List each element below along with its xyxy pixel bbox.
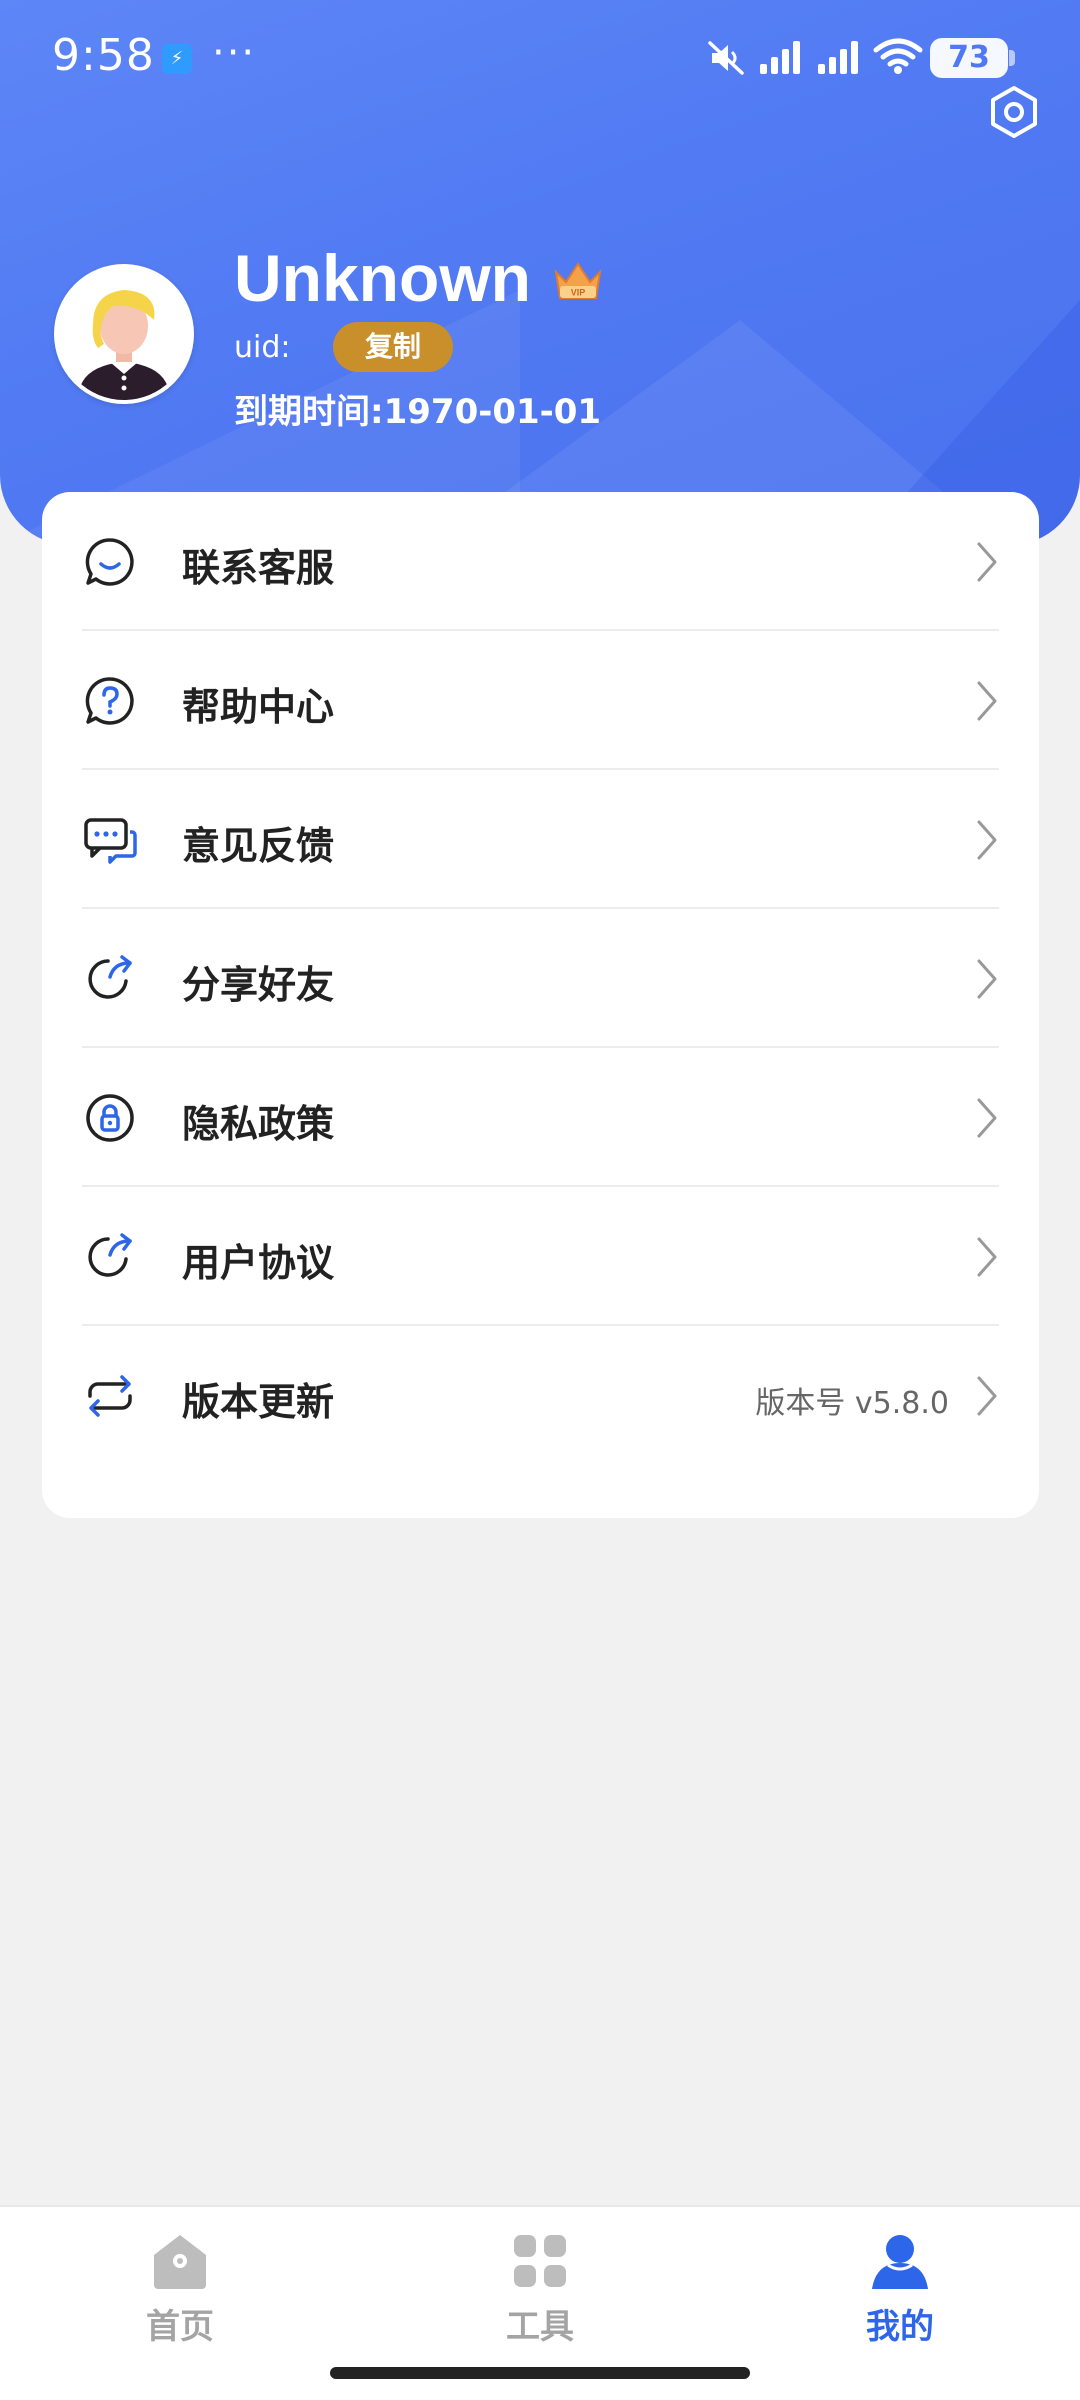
menu-item-feedback[interactable]: 意见反馈 [42,770,1039,909]
vip-crown-icon: VIP [554,262,602,299]
username: Unknown [234,241,531,315]
chevron-right-icon [977,1098,997,1138]
tab-label: 工具 [506,2307,574,2347]
menu-item-label: 意见反馈 [182,824,335,868]
home-icon [154,2235,206,2289]
chevron-right-icon [977,681,997,721]
chevron-right-icon [977,1376,997,1416]
svg-text:VIP: VIP [571,288,586,298]
avatar[interactable] [54,264,194,404]
signal-icon [760,41,800,74]
wifi-icon [873,38,923,74]
tab-profile[interactable]: 我的 [800,2217,1000,2357]
menu-item-version-update[interactable]: 版本更新 版本号 v5.8.0 [42,1326,1039,1465]
profile-icon [872,2235,928,2289]
menu-item-help-center[interactable]: 帮助中心 [42,631,1039,770]
status-bar: 9:58 ⚡ ··· 73 [0,0,1080,118]
more-notifications-icon: ··· [212,30,257,76]
agreement-icon [88,1233,132,1277]
menu-card: 联系客服 帮助中心 意见反馈 分享好友 隐私政策 用户协议 版本更新 版本号 v… [42,492,1039,1518]
tab-label: 首页 [146,2307,214,2347]
settings-icon[interactable] [986,84,1042,140]
chat-bubble-icon [85,538,134,586]
avatar-illustration [58,268,190,400]
menu-item-label: 隐私政策 [182,1102,335,1146]
chevron-right-icon [977,820,997,860]
menu-item-privacy-policy[interactable]: 隐私政策 [42,1048,1039,1187]
chevron-right-icon [977,959,997,999]
chevron-right-icon [977,542,997,582]
feedback-icon [84,818,137,864]
chevron-right-icon [977,1237,997,1277]
privacy-lock-icon [86,1094,134,1142]
menu-item-label: 用户协议 [182,1241,335,1285]
menu-item-label: 联系客服 [182,546,335,590]
status-time: 9:58 [52,30,155,81]
help-icon [85,677,134,725]
home-indicator[interactable] [330,2367,750,2379]
battery-cap [1009,50,1015,66]
battery-icon: 73 [930,38,1008,78]
version-number: 版本号 v5.8.0 [755,1386,949,1421]
tab-home[interactable]: 首页 [80,2217,280,2357]
copy-uid-button[interactable]: 复制 [333,322,453,372]
menu-item-user-agreement[interactable]: 用户协议 [42,1187,1039,1326]
uid-label: uid: [234,330,291,365]
menu-item-share-friends[interactable]: 分享好友 [42,909,1039,1048]
tab-label: 我的 [866,2307,934,2347]
signal-icon [818,41,858,74]
mute-icon [708,41,744,75]
tab-tools[interactable]: 工具 [440,2217,640,2357]
menu-item-contact-support[interactable]: 联系客服 [42,492,1039,631]
menu-item-label: 分享好友 [182,963,335,1007]
menu-item-label: 版本更新 [182,1380,335,1424]
expiry-date: 到期时间:1970-01-01 [234,392,602,432]
app-notification-icon: ⚡ [162,44,192,74]
share-icon [88,955,132,999]
update-icon [88,1375,132,1417]
menu-item-label: 帮助中心 [182,685,335,729]
tools-grid-icon [514,2235,566,2287]
